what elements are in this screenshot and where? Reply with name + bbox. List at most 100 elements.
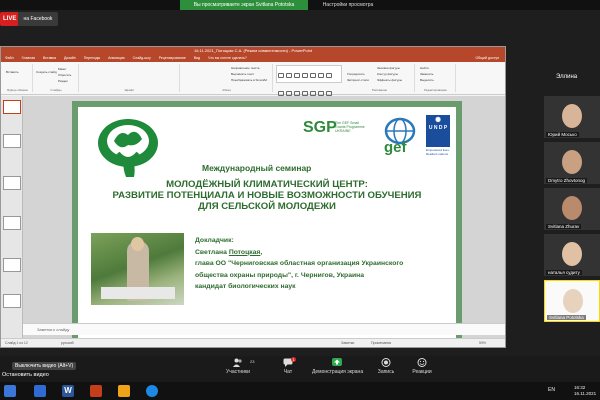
slides-group: Создать слайд Макет Сбросить Раздел Слай… <box>34 64 79 92</box>
tell-me-search[interactable]: Что вы хотите сделать? <box>208 55 247 62</box>
participant-tile[interactable]: наталья судиту <box>544 234 600 276</box>
shapes-gallery[interactable] <box>276 65 342 96</box>
title-line: ДЛЯ СЕЛЬСКОЙ МОЛОДЕЖИ <box>198 201 336 212</box>
participant-gallery: Юрий Мосько Dmytro Zhovtonog Svitlana Zh… <box>544 72 600 344</box>
tab-home[interactable]: Главная <box>22 55 35 62</box>
arrange-button[interactable]: Упорядочить <box>347 72 365 76</box>
shape-fill-button[interactable]: Заливка фигуры <box>377 66 400 70</box>
clock[interactable]: 16:32 16.11.2021 <box>574 385 596 396</box>
zoom-meeting-toolbar: Участники 23 Чат 1 Демонстрация экрана З… <box>0 356 600 382</box>
avatar <box>563 289 583 313</box>
live-badge[interactable]: LIVE <box>0 12 20 26</box>
zoom-level[interactable]: 59% <box>479 341 486 345</box>
tab-slideshow[interactable]: Слайд-шоу <box>133 55 151 62</box>
slide-thumbnail[interactable] <box>3 216 21 230</box>
slide-counter: Слайд 1 из 12 <box>5 341 28 345</box>
participant-tile[interactable]: Dmytro Zhovtonog <box>544 142 600 184</box>
participant-tile[interactable]: Svitlana Zhurav <box>544 188 600 230</box>
editing-group: Найти Заменить Выделить Редактирование <box>416 64 456 92</box>
shape-outline-button[interactable]: Контур фигуры <box>377 72 398 76</box>
current-slide[interactable]: SGP The GEF Small Grants Programme UKRAI… <box>72 101 462 347</box>
share-banner: Вы просматриваете экран Svitlana Pototsk… <box>180 0 308 10</box>
font-group-label: Шрифт <box>124 88 135 92</box>
language-indicator[interactable]: русский <box>61 341 74 345</box>
slide-canvas: SGP The GEF Small Grants Programme UKRAI… <box>78 107 456 347</box>
tab-animation[interactable]: Анимация <box>108 55 124 62</box>
slide-thumbnail[interactable] <box>3 134 21 148</box>
slide-thumbnails-pane[interactable] <box>1 96 23 338</box>
reactions-button[interactable]: Реакции <box>400 358 444 375</box>
file-explorer-icon[interactable] <box>118 385 130 397</box>
speaker-position: глава ОО "Черниговская областная организ… <box>195 260 404 267</box>
undp-tagline: Empowered lives. Resilient nations. <box>426 148 450 156</box>
paste-button[interactable]: Вставить <box>6 70 19 74</box>
font-group: Шрифт <box>80 64 180 92</box>
tab-view[interactable]: Вид <box>194 55 200 62</box>
smartart-button[interactable]: Преобразовать в SmartArt <box>231 78 267 82</box>
participant-name: Svitlana Zhurav <box>546 224 582 229</box>
ppt-window-title: 16.11.2021_Потоцкая С.А. (Режим совмести… <box>1 47 505 55</box>
reset-button[interactable]: Сбросить <box>58 73 71 77</box>
title-line: МОЛОДЁЖНЫЙ КЛИМАТИЧЕСКИЙ ЦЕНТР: <box>166 179 368 190</box>
participant-tile-speaking[interactable]: Svitlana Pototska <box>544 280 600 322</box>
word-app-icon[interactable]: W <box>62 385 74 397</box>
chat-button[interactable]: Чат <box>266 358 310 375</box>
undp-box: ✺ U N D P <box>426 115 450 147</box>
layout-button[interactable]: Макет <box>58 67 67 71</box>
tab-design[interactable]: Дизайн <box>64 55 76 62</box>
tab-transitions[interactable]: Переходы <box>84 55 100 62</box>
windows-start-icon[interactable] <box>4 385 16 397</box>
avatar <box>562 104 582 128</box>
create-slide-button[interactable]: Создать слайд <box>36 70 57 74</box>
seminar-label: Международный семинар <box>202 163 312 173</box>
slide-thumbnail[interactable] <box>3 258 21 272</box>
reactions-icon <box>417 358 427 367</box>
tab-insert[interactable]: Вставка <box>43 55 56 62</box>
tab-review[interactable]: Рецензирование <box>159 55 186 62</box>
slide-thumbnail[interactable] <box>3 100 21 114</box>
align-text-button[interactable]: Выровнять текст <box>231 72 254 76</box>
share-screen-label: Демонстрация экрана <box>312 369 364 375</box>
speaker-info: Докладчик: Светлана Потоцкая, глава ОО "… <box>195 235 403 293</box>
clock-date: 16.11.2021 <box>574 390 597 396</box>
avatar <box>562 150 582 174</box>
windows-taskbar: W EN 16:32 16.11.2021 <box>0 382 600 400</box>
section-button[interactable]: Раздел <box>58 79 68 83</box>
comments-toggle[interactable]: Примечания <box>371 341 391 345</box>
share-screen-button[interactable]: Демонстрация экрана <box>312 358 364 375</box>
title-line: РАЗВИТИЕ ПОТЕНЦИАЛА И НОВЫЕ ВОЗМОЖНОСТИ … <box>112 190 422 201</box>
participant-tile[interactable]: Юрий Мосько <box>544 96 600 138</box>
replace-button[interactable]: Заменить <box>420 72 433 76</box>
clipboard-group-label: Буфер обмена <box>7 88 28 92</box>
speaker-last-name: Потоцкая <box>228 248 261 256</box>
video-tooltip: Выключить видео (Alt+V) <box>12 362 77 370</box>
zoom-app-icon[interactable] <box>34 385 46 397</box>
desktop: Вы просматриваете экран Svitlana Pototsk… <box>0 0 600 400</box>
participant-name: Юрий Мосько <box>546 132 579 137</box>
facebook-stream-label[interactable]: на Facebook <box>18 12 58 26</box>
slide-thumbnail[interactable] <box>3 176 21 190</box>
speaker-photo <box>91 233 184 305</box>
notes-toggle[interactable]: Заметки <box>341 341 354 345</box>
clipboard-group: Вставить Буфер обмена <box>3 64 33 92</box>
powerpoint-app-icon[interactable] <box>90 385 102 397</box>
tab-file[interactable]: Файл <box>5 55 14 62</box>
shape-effects-button[interactable]: Эффекты фигуры <box>377 78 402 82</box>
select-button[interactable]: Выделить <box>420 78 434 82</box>
keyboard-language[interactable]: EN <box>548 387 555 393</box>
slide-notes[interactable]: Заметки к слайду <box>23 323 505 335</box>
share-button[interactable]: Общий доступ <box>475 55 505 62</box>
quick-styles-button[interactable]: Экспресс-стили <box>347 78 369 82</box>
share-screen-icon <box>332 358 342 366</box>
text-direction-button[interactable]: Направление текста <box>231 66 259 70</box>
sgp-wordmark: SGP <box>303 119 337 136</box>
un-emblem-icon: ✺ <box>435 117 441 124</box>
view-options-menu[interactable]: Настройки просмотра <box>312 0 384 10</box>
stop-video-button[interactable]: Остановить видео <box>2 372 49 379</box>
find-button[interactable]: Найти <box>420 66 429 70</box>
slide-thumbnail[interactable] <box>3 294 21 308</box>
chrome-browser-icon[interactable] <box>146 385 158 397</box>
ppt-ribbon: Вставить Буфер обмена Создать слайд Маке… <box>1 62 505 96</box>
speaker-degree: кандидат биологических наук <box>195 283 296 290</box>
avatar <box>562 242 582 266</box>
